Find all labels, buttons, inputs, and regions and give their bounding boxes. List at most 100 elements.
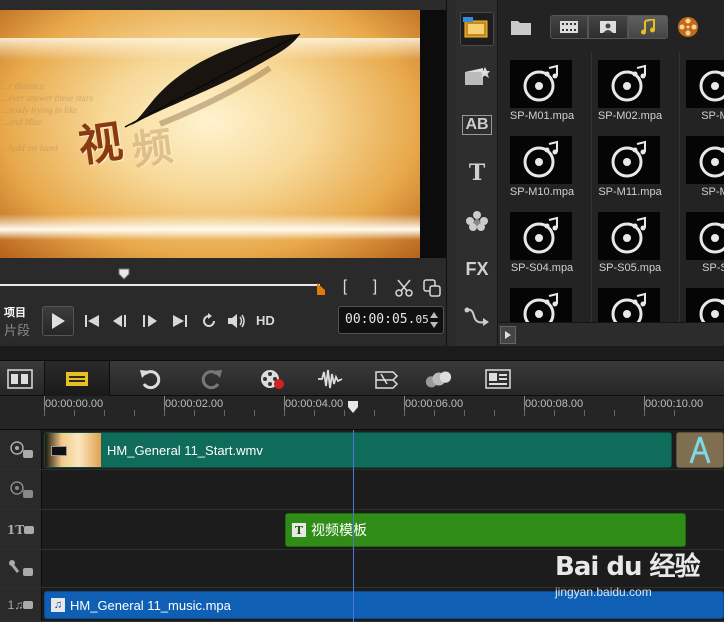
timecode-display[interactable]: 00:00:05.05 <box>338 306 444 334</box>
ruler-minor-tick <box>674 410 675 416</box>
media-button[interactable] <box>460 12 494 46</box>
library-item[interactable]: SP-M02.mpa <box>594 52 680 128</box>
next-frame-button[interactable] <box>138 310 160 332</box>
play-button[interactable] <box>42 306 74 336</box>
auto-music-button[interactable] <box>372 365 400 393</box>
library-item[interactable]: SP-S05.mpa <box>594 204 680 280</box>
record-capture-button[interactable] <box>258 365 286 393</box>
transition-button[interactable]: AB <box>460 108 494 142</box>
scrubber-handle[interactable] <box>118 268 130 280</box>
photo-icon <box>600 21 616 33</box>
ruler-tick-label: 00:00:00.00 <box>45 398 104 410</box>
mark-out-button[interactable]: ] <box>368 276 382 298</box>
title-track-header[interactable]: 1T <box>0 510 42 549</box>
instant-project-button[interactable] <box>460 60 494 94</box>
playhead-line[interactable] <box>353 430 354 622</box>
skip-end-icon <box>173 315 187 327</box>
path-button[interactable] <box>460 300 494 334</box>
audio-disc-icon <box>523 292 558 322</box>
audio-disc-icon <box>523 140 558 178</box>
ruler-minor-tick <box>104 410 105 416</box>
letterbox <box>420 10 446 258</box>
overlay-track-icon <box>9 480 33 498</box>
eye-icon[interactable] <box>24 525 35 534</box>
ruler-tick-label: 00:00:04.00 <box>285 398 344 410</box>
library-item[interactable]: SP-M01.mpa <box>506 52 592 128</box>
video-clip[interactable]: HM_General 11_Start.wmv <box>44 432 672 468</box>
library-item[interactable]: SP-S0 <box>682 204 724 280</box>
audio-disc-icon <box>611 64 646 102</box>
filmstrip-icon <box>7 369 33 389</box>
previous-frame-button[interactable] <box>110 310 132 332</box>
online-content-button[interactable] <box>674 15 702 39</box>
title-clip[interactable]: T 视频模板 <box>285 513 686 547</box>
timeline-view-button[interactable] <box>44 361 110 397</box>
hd-preview-toggle[interactable]: HD <box>256 313 275 328</box>
project-mode-label[interactable]: 项目 <box>4 304 40 322</box>
audio-thumbnail <box>510 60 572 108</box>
ruler-minor-tick <box>164 410 165 416</box>
voice-track-header[interactable] <box>0 550 42 587</box>
scrubber[interactable] <box>0 268 456 298</box>
motion-tracking-button[interactable] <box>424 365 452 393</box>
overlay-track-header[interactable] <box>0 470 42 509</box>
ruler-minor-tick <box>584 410 585 416</box>
ruler-minor-tick <box>434 410 435 416</box>
show-audio-button[interactable] <box>628 15 668 39</box>
music-note-icon <box>641 19 655 35</box>
preview-window[interactable]: ...r distance ...ever answer these stars… <box>0 10 420 258</box>
audio-thumbnail <box>598 136 660 184</box>
library-item[interactable] <box>682 280 724 322</box>
library-item[interactable] <box>506 280 592 322</box>
ruler-tick-label: 00:00:06.00 <box>405 398 464 410</box>
enlarge-preview-button[interactable] <box>422 278 442 298</box>
scrubber-track[interactable] <box>0 284 320 287</box>
audio-thumbnail <box>686 288 724 322</box>
audio-thumbnail <box>686 212 724 260</box>
subtitle-editor-button[interactable] <box>484 365 512 393</box>
repeat-button[interactable] <box>198 310 220 332</box>
baidu-watermark: Bai du 经验 jingyan.baidu.com <box>555 546 724 608</box>
library-item[interactable]: SP-M11.mpa <box>594 128 680 204</box>
graphic-button[interactable] <box>460 204 494 238</box>
timeline-view-icon <box>66 372 88 386</box>
music-track-header[interactable]: 1♫ <box>0 588 42 621</box>
library-item[interactable]: SP-M1 <box>682 128 724 204</box>
audio-disc-icon <box>699 298 724 322</box>
split-clip-button[interactable] <box>394 278 414 298</box>
library-item[interactable]: SP-S04.mpa <box>506 204 592 280</box>
go-to-end-button[interactable] <box>170 310 190 332</box>
library-item[interactable] <box>594 280 680 322</box>
undo-button[interactable] <box>136 365 164 393</box>
storyboard-view-button[interactable] <box>6 365 34 393</box>
timeline-ruler[interactable]: 00:00:00.00 00:00:02.00 00:00:04.00 00:00:0… <box>0 396 724 430</box>
video-track-header[interactable] <box>0 430 42 469</box>
scroll-right-button[interactable] <box>500 326 516 344</box>
redo-button[interactable] <box>198 365 226 393</box>
add-folder-button[interactable] <box>506 15 536 39</box>
clip-mode-label[interactable]: 片段 <box>4 322 30 340</box>
next-video-clip[interactable] <box>676 432 724 468</box>
timecode-spinner-icon[interactable] <box>429 310 439 330</box>
film-reel-icon <box>678 17 698 37</box>
title-button[interactable]: T <box>460 156 494 190</box>
audio-thumbnail <box>598 288 660 322</box>
trim-end-marker[interactable] <box>316 282 326 296</box>
audio-disc-icon <box>523 64 558 102</box>
mark-in-button[interactable]: [ <box>338 276 352 298</box>
ruler-minor-tick <box>74 410 75 416</box>
video-track: HM_General 11_Start.wmv <box>0 430 724 470</box>
library-item[interactable]: SP-M10.mpa <box>506 128 592 204</box>
motion-track-icon <box>425 371 452 388</box>
volume-button[interactable] <box>226 310 248 332</box>
library-scrollbar[interactable] <box>498 322 724 346</box>
eye-icon[interactable] <box>23 600 34 609</box>
go-to-start-button[interactable] <box>82 310 102 332</box>
show-videos-button[interactable] <box>550 15 588 39</box>
sound-mixer-button[interactable] <box>316 365 344 393</box>
filter-button[interactable]: FX <box>460 252 494 286</box>
preview-mode-switch[interactable]: 项目 片段 <box>4 304 40 338</box>
playhead-marker[interactable] <box>347 400 359 414</box>
library-item[interactable]: SP-M0 <box>682 52 724 128</box>
show-photos-button[interactable] <box>588 15 628 39</box>
